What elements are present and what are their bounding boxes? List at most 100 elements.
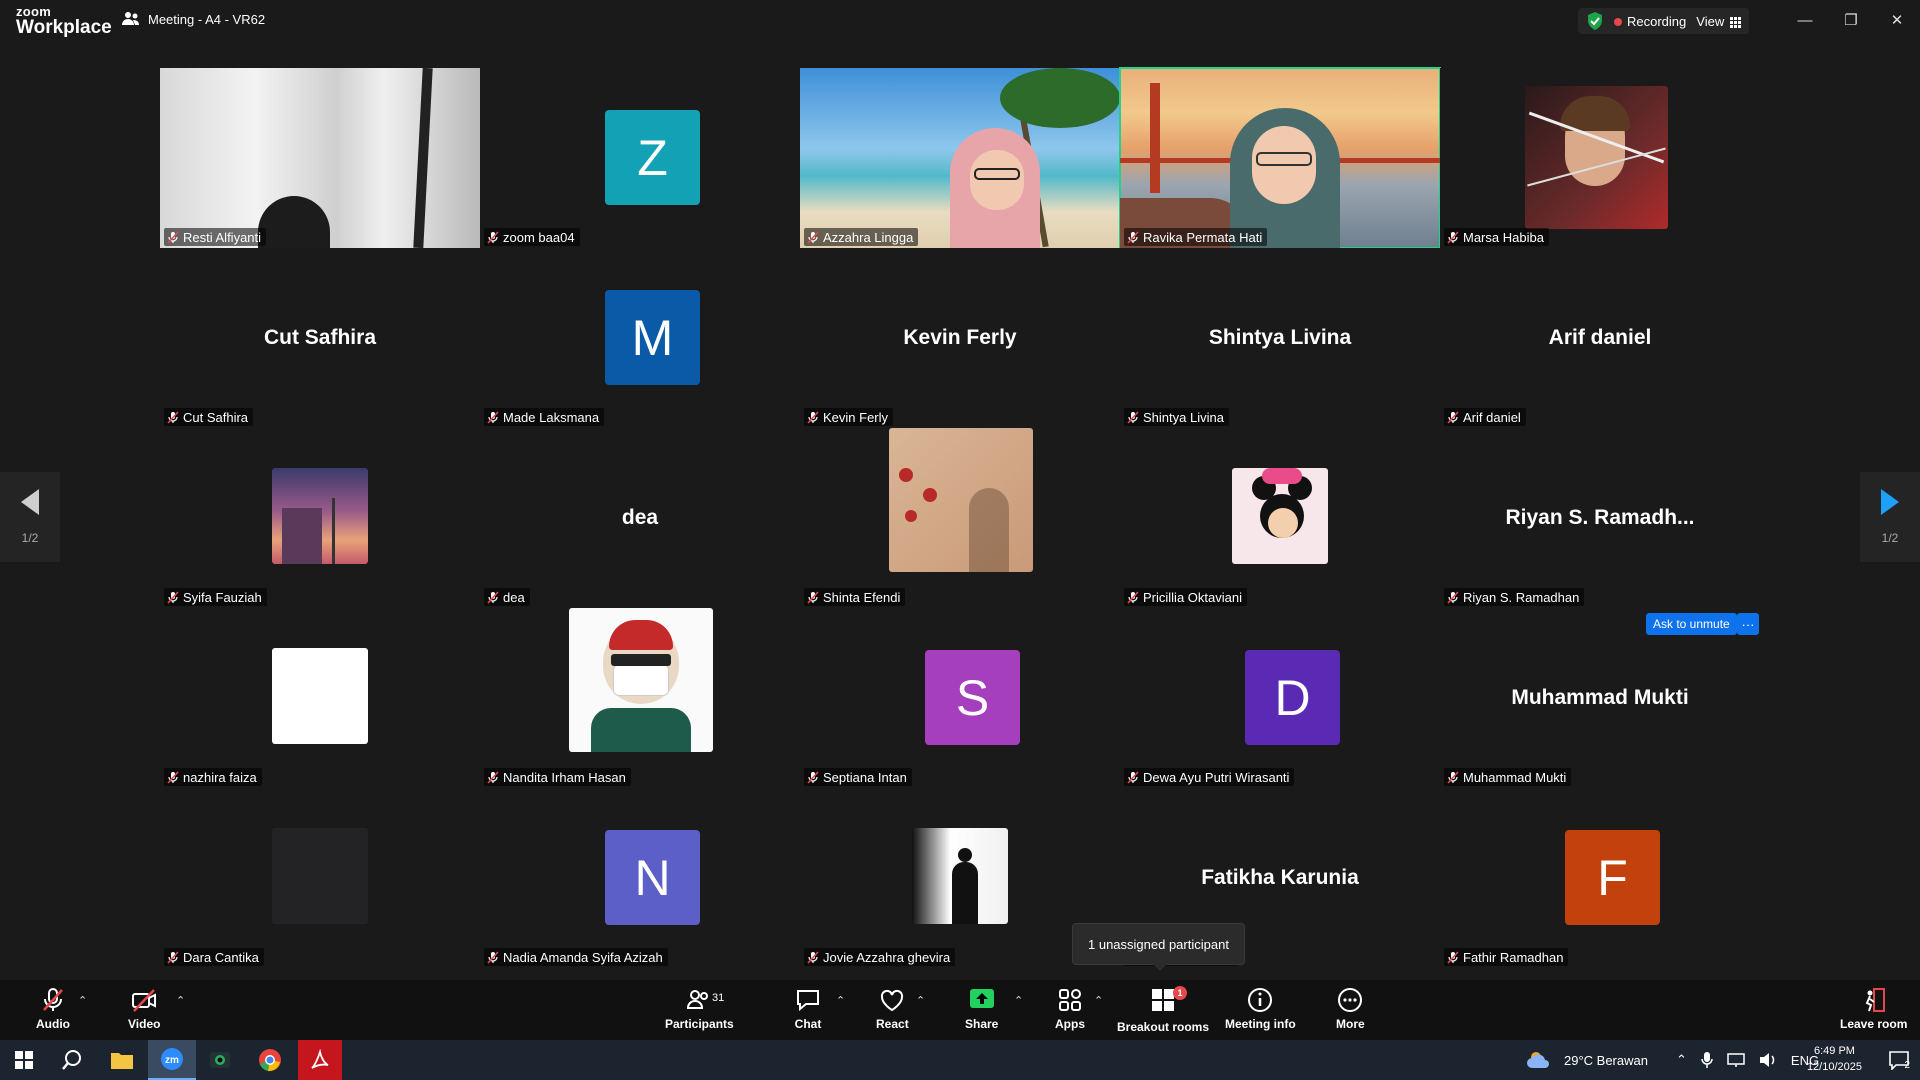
restore-button[interactable]: ❐ [1828, 0, 1874, 40]
mic-muted-icon [1447, 770, 1459, 784]
file-explorer-button[interactable] [102, 1044, 142, 1076]
leave-room-button[interactable]: Leave room [1840, 986, 1907, 1031]
react-options-caret[interactable]: ⌃ [916, 994, 925, 1007]
video-label: Video [128, 1017, 161, 1031]
participant-display-name: Shintya Livina [1208, 326, 1352, 349]
tile-more-button[interactable]: ··· [1737, 613, 1759, 635]
recording-indicator[interactable]: Recording [1614, 14, 1686, 29]
participant-name: Resti Alfiyanti [183, 229, 262, 245]
mic-muted-icon [167, 590, 179, 604]
participant-name: Cut Safhira [183, 409, 249, 425]
participant-tile[interactable]: Ravika Permata Hati [1119, 67, 1441, 249]
chat-options-caret[interactable]: ⌃ [836, 994, 845, 1007]
windows-start-button[interactable] [4, 1044, 44, 1076]
close-button[interactable]: ✕ [1874, 0, 1920, 40]
video-button[interactable]: Video [128, 986, 160, 1031]
network-icon[interactable] [1727, 1052, 1745, 1068]
view-button[interactable]: View [1696, 14, 1742, 29]
participant-tile[interactable]: nazhira faiza [160, 608, 480, 788]
meeting-info-button[interactable]: Meeting info [1225, 986, 1296, 1031]
weather-text: 29°C Berawan [1564, 1052, 1648, 1068]
participant-video [160, 68, 480, 248]
participant-tile[interactable]: Cut Safhira Cut Safhira [160, 248, 480, 428]
page-indicator-right: 1/2 [1881, 531, 1899, 545]
participant-name-label: Arif daniel [1444, 408, 1526, 426]
participant-photo [889, 428, 1033, 572]
share-options-caret[interactable]: ⌃ [1014, 994, 1023, 1007]
weather-widget[interactable]: 29°C Berawan [1526, 1040, 1648, 1080]
folder-icon [111, 1053, 133, 1069]
participant-tile[interactable]: Pricillia Oktaviani [1120, 428, 1440, 608]
pdf-reader-button[interactable] [298, 1040, 342, 1080]
participant-name: Azzahra Lingga [823, 229, 914, 245]
participant-tile[interactable]: Nandita Irham Hasan [480, 608, 800, 788]
prev-page-button[interactable]: 1/2 [0, 472, 60, 562]
record-dot-icon [1614, 17, 1622, 26]
volume-icon[interactable] [1759, 1052, 1777, 1068]
participant-name: Septiana Intan [823, 769, 907, 785]
zoom-taskbar-button[interactable]: zm [148, 1040, 196, 1080]
participant-name-label: Shintya Livina [1124, 408, 1229, 426]
more-button[interactable]: More [1336, 986, 1365, 1031]
notifications-button[interactable]: 2 [1888, 1040, 1910, 1080]
participant-tile[interactable]: S Septiana Intan [800, 608, 1120, 788]
participant-name: Arif daniel [1463, 409, 1521, 425]
participant-tile[interactable]: F Fathir Ramadhan [1440, 788, 1760, 968]
participant-tile[interactable]: Kevin Ferly Kevin Ferly [800, 248, 1120, 428]
meeting-title[interactable]: Meeting - A4 - VR62 [122, 11, 265, 27]
audio-options-caret[interactable]: ⌃ [78, 994, 87, 1007]
page-indicator-left: 1/2 [21, 531, 39, 545]
apps-options-caret[interactable]: ⌃ [1094, 994, 1103, 1007]
participant-tile[interactable]: N Nadia Amanda Syifa Azizah [480, 788, 800, 968]
participant-tile[interactable]: D Dewa Ayu Putri Wirasanti [1120, 608, 1440, 788]
ask-to-unmute-button[interactable]: Ask to unmute [1646, 613, 1737, 635]
chrome-button[interactable] [250, 1044, 290, 1076]
clock[interactable]: 6:49 PM 12/10/2025 [1807, 1043, 1862, 1075]
share-button[interactable]: Share [965, 986, 998, 1031]
participant-tile[interactable]: Shintya Livina Shintya Livina [1120, 248, 1440, 428]
zoom-app-icon: zm [161, 1048, 183, 1070]
participant-tile[interactable]: Arif daniel Arif daniel [1440, 248, 1760, 428]
mic-muted-icon [43, 988, 63, 1011]
participant-tile[interactable]: Zzoom baa04 [480, 68, 800, 248]
participant-name-label: dea [484, 588, 530, 606]
participant-tile[interactable]: dea dea [480, 428, 800, 608]
audio-button[interactable]: Audio [36, 986, 70, 1031]
participant-video [800, 68, 1120, 248]
camera-app-button[interactable] [200, 1044, 240, 1076]
participant-display-name: Cut Safhira [263, 326, 376, 349]
participant-tile[interactable]: Shinta Efendi [800, 428, 1120, 608]
participant-name: Pricillia Oktaviani [1143, 589, 1242, 605]
participant-tile[interactable]: Riyan S. Ramadh... Riyan S. Ramadhan [1440, 428, 1760, 608]
participant-tile[interactable]: Azzahra Lingga [800, 68, 1120, 248]
apps-button[interactable]: Apps [1055, 986, 1085, 1031]
microphone-tray-icon[interactable] [1701, 1051, 1713, 1069]
arrow-left-icon [21, 489, 39, 515]
participant-tile[interactable]: Marsa Habiba [1440, 68, 1760, 248]
next-page-button[interactable]: 1/2 [1860, 472, 1920, 562]
participant-display-name: Riyan S. Ramadh... [1505, 506, 1695, 529]
participant-name: Dara Cantika [183, 949, 259, 965]
shield-icon[interactable] [1586, 11, 1604, 31]
chevron-up-icon[interactable]: ⌃ [1676, 1052, 1687, 1068]
search-button[interactable] [52, 1044, 92, 1076]
participant-name: Kevin Ferly [823, 409, 889, 425]
participant-name: Fathir Ramadhan [1463, 949, 1564, 965]
window-controls: — ❐ ✕ [1782, 0, 1920, 40]
mic-muted-icon [807, 950, 819, 964]
chat-button[interactable]: Chat [794, 986, 822, 1031]
react-button[interactable]: React [876, 986, 909, 1031]
minimize-button[interactable]: — [1782, 0, 1828, 40]
participant-tile[interactable]: Syifa Fauziah [160, 428, 480, 608]
video-options-caret[interactable]: ⌃ [176, 994, 185, 1007]
participant-tile[interactable]: Resti Alfiyanti [160, 68, 480, 248]
mic-muted-icon [807, 230, 819, 244]
mic-muted-icon [487, 950, 499, 964]
participant-display-name: Fatikha Karunia [1201, 866, 1359, 889]
participant-name-label: Riyan S. Ramadhan [1444, 588, 1585, 606]
breakout-rooms-button[interactable]: 1 Breakout rooms [1117, 986, 1209, 1034]
participant-tile[interactable]: M Made Laksmana [480, 248, 800, 428]
participant-tile[interactable]: Dara Cantika [160, 788, 480, 968]
participant-tile[interactable]: Muhammad Mukti Muhammad Mukti [1440, 608, 1760, 788]
participant-name: Syifa Fauziah [183, 589, 262, 605]
